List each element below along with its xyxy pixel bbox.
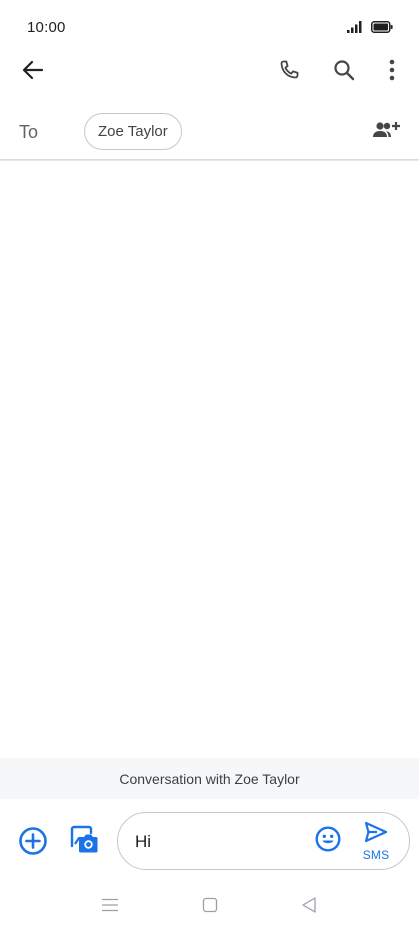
gallery-button[interactable] xyxy=(66,825,100,859)
call-button[interactable] xyxy=(272,56,306,88)
emoji-icon xyxy=(315,825,341,857)
signal-icon xyxy=(347,20,363,38)
status-bar: 10:00 xyxy=(0,0,419,48)
back-button[interactable] xyxy=(16,56,50,88)
gallery-camera-icon xyxy=(67,824,99,861)
back-triangle-icon xyxy=(301,896,317,919)
phone-icon xyxy=(277,58,301,87)
recipient-chip-label: Zoe Taylor xyxy=(98,123,168,140)
more-vert-icon xyxy=(389,59,395,86)
status-icons xyxy=(347,20,393,38)
message-list[interactable] xyxy=(0,161,419,758)
conversation-banner: Conversation with Zoe Taylor xyxy=(0,758,419,799)
add-attachment-button[interactable] xyxy=(17,826,49,861)
to-label: To xyxy=(19,122,39,142)
home-icon xyxy=(202,897,218,918)
app-bar xyxy=(0,48,419,96)
compose-input[interactable]: Hi xyxy=(135,832,151,852)
back-arrow-icon xyxy=(22,60,44,85)
menu-icon xyxy=(101,898,119,917)
add-people-icon xyxy=(372,120,400,145)
search-button[interactable] xyxy=(327,56,361,88)
battery-icon xyxy=(371,20,393,38)
nav-back-button[interactable] xyxy=(297,895,321,919)
nav-menu-button[interactable] xyxy=(98,895,122,919)
search-icon xyxy=(332,58,356,87)
compose-field[interactable]: Hi SMS xyxy=(117,812,410,870)
send-button[interactable]: SMS xyxy=(354,821,398,862)
send-label: SMS xyxy=(362,848,390,862)
status-time: 10:00 xyxy=(27,19,66,36)
emoji-button[interactable] xyxy=(315,825,341,857)
conversation-banner-text: Conversation with Zoe Taylor xyxy=(119,770,300,787)
send-icon xyxy=(364,821,388,848)
system-nav-bar xyxy=(0,883,419,931)
add-circle-icon xyxy=(18,826,48,861)
more-options-button[interactable] xyxy=(380,56,404,88)
add-people-button[interactable] xyxy=(370,118,402,146)
nav-home-button[interactable] xyxy=(198,895,222,919)
compose-bar: Hi SMS xyxy=(0,799,419,883)
recipient-chip[interactable]: Zoe Taylor xyxy=(84,113,182,150)
recipient-row: To Zoe Taylor xyxy=(0,104,419,160)
